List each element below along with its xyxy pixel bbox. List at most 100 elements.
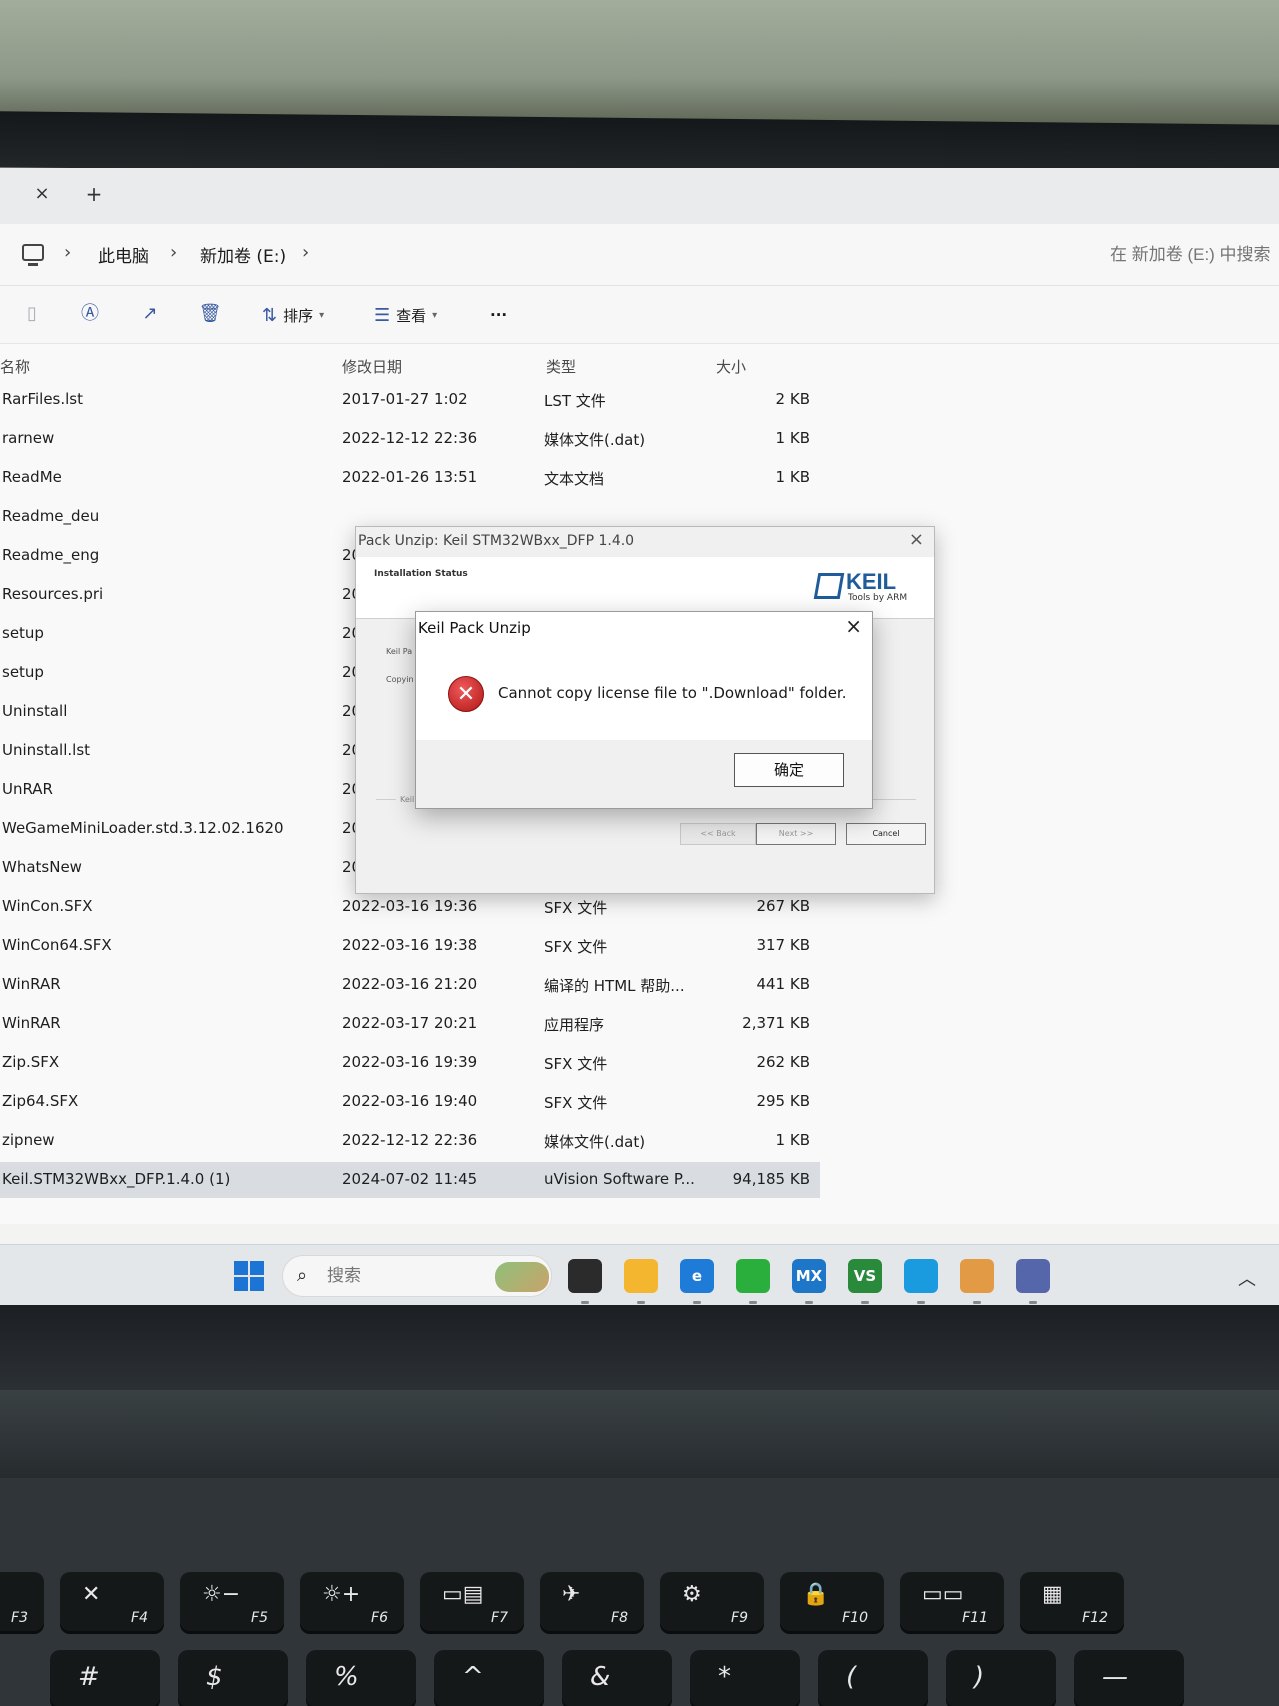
file-name: Uninstall [2, 702, 68, 720]
delete-icon[interactable]: 🗑 [198, 302, 222, 326]
chevron-right-icon: › [64, 242, 72, 263]
fn-key-f4[interactable]: ✕ F4 [60, 1572, 164, 1634]
taskbar-search-input[interactable] [327, 1264, 477, 1288]
search-input[interactable] [1110, 240, 1279, 270]
file-row[interactable]: zipnew 2022-12-12 22:36 媒体文件(.dat) 1 KB [0, 1123, 820, 1159]
file-name: UnRAR [2, 780, 53, 798]
background-wall [0, 0, 1279, 130]
file-type: 编译的 HTML 帮助... [544, 977, 685, 995]
file-name: RarFiles.lst [2, 390, 83, 408]
rename-icon[interactable]: Ⓐ [78, 302, 102, 326]
keil-logo: KEIL Tools by ARM [813, 569, 916, 605]
taskbar-app-edge-legacy[interactable]: e [680, 1259, 714, 1293]
error-dialog: Keil Pack Unzip × ✕ Cannot copy license … [415, 611, 873, 809]
paste-icon[interactable]: ▯ [20, 302, 44, 326]
file-date: 2022-03-16 19:38 [342, 936, 478, 954]
taskbar-app-vs[interactable]: VS [848, 1259, 882, 1293]
taskbar-app-wechat[interactable] [736, 1259, 770, 1293]
file-size: 262 KB [756, 1053, 810, 1071]
file-row[interactable]: WinCon.SFX 2022-03-16 19:36 SFX 文件 267 KB [0, 889, 820, 925]
file-name: ReadMe [2, 468, 62, 486]
column-header-name[interactable]: 名称 [0, 356, 30, 377]
number-key[interactable]: $ [178, 1650, 288, 1706]
fn-key-icon: ☼+ [322, 1582, 361, 1607]
taskbar-app-shiba-app[interactable] [960, 1259, 994, 1293]
number-key[interactable]: ( [818, 1650, 928, 1706]
file-name: rarnew [2, 429, 55, 447]
file-row[interactable]: WinRAR 2022-03-16 21:20 编译的 HTML 帮助... 441 … [0, 967, 820, 1003]
share-icon[interactable]: ↗ [138, 302, 162, 326]
fn-key-f6[interactable]: ☼+ F6 [300, 1572, 404, 1634]
close-icon[interactable]: × [909, 529, 924, 550]
file-row[interactable]: rarnew 2022-12-12 22:36 媒体文件(.dat) 1 KB [0, 421, 820, 457]
this-pc-icon[interactable] [22, 244, 44, 266]
fn-key-f12[interactable]: ▦ F12 [1020, 1572, 1124, 1634]
file-name: WhatsNew [2, 858, 82, 876]
more-options-button[interactable]: ··· [490, 298, 507, 332]
file-date: 2022-03-17 20:21 [342, 1014, 478, 1032]
fn-key-f11[interactable]: ▭▭ F11 [900, 1572, 1004, 1634]
back-button[interactable]: << Back [680, 823, 756, 845]
fn-key-f3[interactable]: 🔇F3 [0, 1572, 44, 1634]
number-key[interactable]: * [690, 1650, 800, 1706]
file-row[interactable]: ReadMe 2022-01-26 13:51 文本文档 1 KB [0, 460, 820, 496]
file-size: 1 KB [775, 1131, 810, 1149]
number-key[interactable]: ) [946, 1650, 1056, 1706]
fn-key-f8[interactable]: ✈ F8 [540, 1572, 644, 1634]
number-key[interactable]: # [50, 1650, 160, 1706]
fn-key-f7[interactable]: ▭▤ F7 [420, 1572, 524, 1634]
fn-key-icon: ⚙ [682, 1582, 702, 1607]
taskbar-running-indicator [973, 1301, 981, 1304]
taskbar-app-task-view[interactable] [568, 1259, 602, 1293]
file-row[interactable]: Zip64.SFX 2022-03-16 19:40 SFX 文件 295 KB [0, 1084, 820, 1120]
file-row[interactable]: WinCon64.SFX 2022-03-16 19:38 SFX 文件 317 KB [0, 928, 820, 964]
tab-close-button[interactable]: × [30, 182, 54, 206]
file-size: 94,185 KB [732, 1170, 810, 1188]
taskbar-search-box[interactable]: ⌕ [282, 1255, 552, 1297]
cancel-button[interactable]: Cancel [846, 823, 926, 845]
number-key-symbol: $ [206, 1662, 223, 1692]
file-row[interactable]: Keil.STM32WBxx_DFP.1.4.0 (1) 2024-07-02 1… [0, 1162, 820, 1198]
windows-logo-tile [250, 1261, 264, 1275]
sort-button[interactable]: ⇅ 排序 ▾ [262, 298, 324, 332]
number-key[interactable]: & [562, 1650, 672, 1706]
fn-key-f5[interactable]: ☼− F5 [180, 1572, 284, 1634]
next-button[interactable]: Next >> [756, 823, 836, 845]
number-key-symbol: ) [974, 1662, 985, 1692]
close-icon[interactable]: × [845, 614, 862, 638]
file-row[interactable]: WinRAR 2022-03-17 20:21 应用程序 2,371 KB [0, 1006, 820, 1042]
file-row[interactable]: Zip.SFX 2022-03-16 19:39 SFX 文件 262 KB [0, 1045, 820, 1081]
column-header-size[interactable]: 大小 [716, 356, 746, 377]
file-row[interactable]: RarFiles.lst 2017-01-27 1:02 LST 文件 2 KB [0, 382, 820, 418]
breadcrumb-this-pc[interactable]: 此电脑 [98, 242, 149, 267]
fn-key-f9[interactable]: ⚙ F9 [660, 1572, 764, 1634]
fn-key-f10[interactable]: 🔒 F10 [780, 1572, 884, 1634]
file-size: 2 KB [775, 390, 810, 408]
chevron-up-icon[interactable]: ︿ [1238, 1265, 1256, 1291]
file-size: 1 KB [775, 468, 810, 486]
explorer-tab-bar: × + [0, 168, 1279, 224]
start-button[interactable] [234, 1261, 264, 1291]
new-tab-button[interactable]: + [82, 182, 106, 206]
taskbar-app-keil-uvision[interactable] [1016, 1259, 1050, 1293]
chevron-right-icon: › [170, 242, 178, 263]
column-header-type[interactable]: 类型 [546, 356, 576, 377]
file-type: SFX 文件 [544, 1094, 608, 1112]
column-header-date[interactable]: 修改日期 [342, 356, 402, 377]
number-key[interactable]: % [306, 1650, 416, 1706]
number-key[interactable]: — [1074, 1650, 1184, 1706]
taskbar-app-edge[interactable] [904, 1259, 938, 1293]
ok-button[interactable]: 确定 [734, 753, 844, 787]
view-button[interactable]: ☰ 查看 ▾ [374, 298, 437, 332]
breadcrumb-drive-e[interactable]: 新加卷 (E:) [200, 242, 286, 267]
windows-logo-tile [234, 1261, 248, 1275]
view-label: 查看 [396, 306, 427, 325]
file-date: 2022-03-16 19:36 [342, 897, 478, 915]
dialog-body: ✕ Cannot copy license file to ".Download… [416, 642, 872, 740]
taskbar-app-mx[interactable]: MX [792, 1259, 826, 1293]
number-key[interactable]: ^ [434, 1650, 544, 1706]
number-key-symbol: ( [846, 1662, 857, 1692]
file-type: SFX 文件 [544, 938, 608, 956]
fn-key-icon: ✕ [82, 1582, 101, 1607]
taskbar-app-file-explorer[interactable] [624, 1259, 658, 1293]
